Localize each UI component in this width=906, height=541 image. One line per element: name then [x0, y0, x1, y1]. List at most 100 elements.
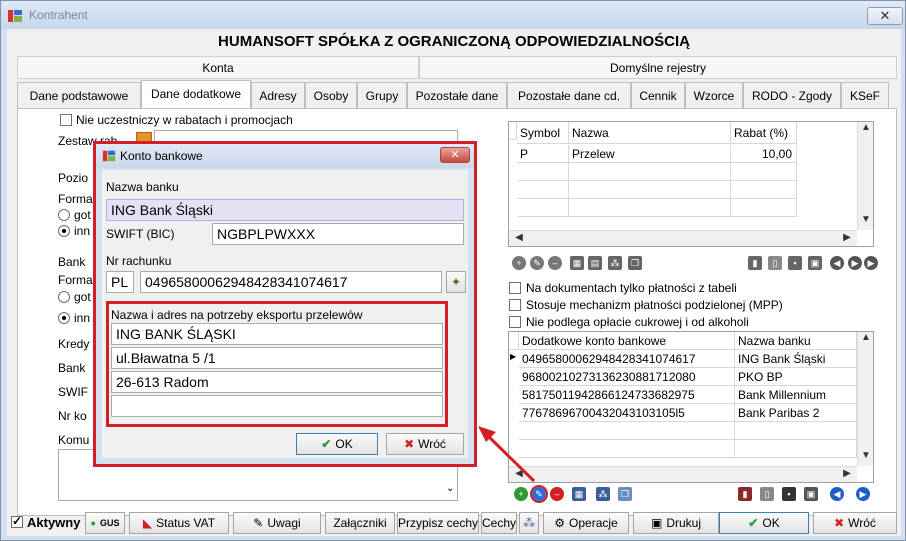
next-icon[interactable]: ▶ [848, 256, 862, 270]
table-row-cell[interactable]: 58175011942866124733682975 [519, 386, 735, 404]
bank-name-field[interactable]: ING Bank Śląski [106, 199, 464, 221]
comment-scroll-down-icon[interactable]: ⌄ [446, 483, 454, 494]
tab-osoby[interactable]: Osoby [305, 82, 357, 108]
operations-button[interactable]: ⚙ Operacje [543, 512, 629, 534]
tab-dane-podstawowe[interactable]: Dane podstawowe [17, 82, 141, 108]
save-icon[interactable]: ▪ [782, 487, 796, 501]
payment-other-radio[interactable] [58, 225, 70, 237]
payment-other-2-radio[interactable] [58, 312, 70, 324]
table-row-cell[interactable]: PKO BP [735, 368, 857, 386]
copy-icon[interactable]: ❐ [628, 256, 642, 270]
accounts-col-number[interactable]: Dodatkowe konto bankowe [519, 332, 735, 350]
export-line-1-field[interactable]: ING BANK ŚLĄSKI [111, 323, 443, 345]
add-icon[interactable]: + [512, 256, 526, 270]
discount-grid[interactable]: Symbol Nazwa Rabat (%) P Przelew 10,00 ▲… [508, 121, 874, 247]
discount-grid-vscroll[interactable]: ▲ ▼ [857, 122, 873, 230]
window-close-button[interactable]: ✕ [867, 7, 903, 25]
table-row-cell[interactable]: P [517, 145, 569, 163]
table-row-cell[interactable]: Bank Paribas 2 [735, 404, 857, 422]
print-button[interactable]: ▣ Drukuj [633, 512, 719, 534]
delete-account-icon[interactable]: – [550, 487, 564, 501]
window-titlebar[interactable]: Kontrahent ✕ [1, 1, 905, 29]
payment-cash-2-radio[interactable] [58, 291, 70, 303]
prev-icon[interactable]: ◀ [830, 487, 844, 501]
swift-field[interactable]: NGBPLPWXXX [212, 223, 464, 245]
country-code-field[interactable]: PL [106, 271, 134, 293]
export-line-3-field[interactable]: 26-613 Radom [111, 371, 443, 393]
book-icon[interactable]: ▮ [738, 487, 752, 501]
edit-account-icon[interactable]: ✎ [530, 485, 548, 503]
scroll-right-icon[interactable]: ▶ [839, 232, 855, 243]
scroll-left-icon[interactable]: ◀ [511, 468, 527, 479]
tab-pozostale-dane-cd[interactable]: Pozostałe dane cd. [507, 82, 631, 108]
tree-icon[interactable]: ⁂ [608, 256, 622, 270]
dialog-titlebar[interactable]: Konto bankowe ✕ [96, 144, 474, 168]
document-icon[interactable]: ▯ [760, 487, 774, 501]
scroll-up-icon[interactable]: ▲ [858, 332, 873, 343]
grid-view-icon[interactable]: ▦ [570, 256, 584, 270]
filter-icon[interactable]: ▤ [588, 256, 602, 270]
tab-wzorce[interactable]: Wzorce [685, 82, 743, 108]
accounts-col-bank[interactable]: Nazwa banku [735, 332, 857, 350]
export-line-2-field[interactable]: ul.Bławatna 5 /1 [111, 347, 443, 369]
print-icon[interactable]: ▣ [804, 487, 818, 501]
accounts-grid-vscroll[interactable]: ▲ ▼ [857, 332, 873, 466]
copy-icon[interactable]: ❐ [618, 487, 632, 501]
table-row-cell[interactable]: Bank Millennium [735, 386, 857, 404]
tab-ksef[interactable]: KSeF [841, 82, 889, 108]
discount-col-symbol[interactable]: Symbol [517, 122, 569, 144]
table-row-cell[interactable]: Przelew [569, 145, 731, 163]
table-row-cell[interactable]: 10,00 [731, 145, 797, 163]
assign-features-button[interactable]: Przypisz cechy [397, 512, 479, 534]
accounts-grid-hscroll[interactable]: ◀ ▶ [509, 466, 857, 482]
status-vat-button[interactable]: ◣ Status VAT [129, 512, 229, 534]
scroll-right-icon[interactable]: ▶ [839, 468, 855, 479]
tab-rodo-zgody[interactable]: RODO - Zgody [743, 82, 841, 108]
print-icon[interactable]: ▣ [808, 256, 822, 270]
table-row-cell[interactable]: 04965800062948428341074617 [519, 350, 735, 368]
mpp-checkbox[interactable] [509, 299, 521, 311]
sugar-fee-checkbox[interactable] [509, 316, 521, 328]
tab-grupy[interactable]: Grupy [357, 82, 407, 108]
no-discount-checkbox[interactable] [60, 114, 72, 126]
add-account-icon[interactable]: + [514, 487, 528, 501]
scroll-down-icon[interactable]: ▼ [858, 214, 873, 225]
tree-icon[interactable]: ⁂ [519, 512, 539, 534]
tab-adresy[interactable]: Adresy [251, 82, 305, 108]
table-row-cell[interactable]: ING Bank Śląski [735, 350, 857, 368]
discount-col-name[interactable]: Nazwa [569, 122, 731, 144]
scroll-up-icon[interactable]: ▲ [858, 122, 873, 133]
export-line-4-field[interactable] [111, 395, 443, 417]
dialog-close-button[interactable]: ✕ [440, 147, 470, 163]
edit-icon[interactable]: ✎ [530, 256, 544, 270]
attachments-button[interactable]: Załączniki [325, 512, 395, 534]
delete-icon[interactable]: – [548, 256, 562, 270]
table-row-cell[interactable]: 77678696700432043103105l5 [519, 404, 735, 422]
grid-view-icon[interactable]: ▦ [572, 487, 586, 501]
header-tab-domyslne-rejestry[interactable]: Domyślne rejestry [419, 56, 897, 79]
tab-pozostale-dane[interactable]: Pozostałe dane [407, 82, 507, 108]
notes-button[interactable]: ✎ Uwagi [233, 512, 321, 534]
discount-grid-hscroll[interactable]: ◀ ▶ [509, 230, 857, 246]
header-tab-konta[interactable]: Konta [17, 56, 419, 79]
last-icon[interactable]: ▶ [864, 256, 878, 270]
payment-cash-radio[interactable] [58, 209, 70, 221]
dialog-back-button[interactable]: ✖ Wróć [386, 433, 464, 455]
scroll-left-icon[interactable]: ◀ [511, 232, 527, 243]
dialog-ok-button[interactable]: ✔ OK [296, 433, 378, 455]
features-button[interactable]: Cechy [481, 512, 517, 534]
discount-col-rate[interactable]: Rabat (%) [731, 122, 797, 144]
tab-cennik[interactable]: Cennik [631, 82, 685, 108]
prev-icon[interactable]: ◀ [830, 256, 844, 270]
accounts-grid[interactable]: Dodatkowe konto bankowe Nazwa banku ▶ 04… [508, 331, 874, 483]
tree-icon[interactable]: ⁂ [596, 487, 610, 501]
only-table-payments-checkbox[interactable] [509, 282, 521, 294]
book-icon[interactable]: ▮ [748, 256, 762, 270]
tab-dane-dodatkowe[interactable]: Dane dodatkowe [141, 80, 251, 108]
back-button[interactable]: ✖ Wróć [813, 512, 897, 534]
document-icon[interactable]: ▯ [768, 256, 782, 270]
active-checkbox[interactable] [11, 514, 23, 528]
save-icon[interactable]: ▪ [788, 256, 802, 270]
scroll-down-icon[interactable]: ▼ [858, 450, 873, 461]
table-row-cell[interactable]: 96800210273136230881712080 [519, 368, 735, 386]
